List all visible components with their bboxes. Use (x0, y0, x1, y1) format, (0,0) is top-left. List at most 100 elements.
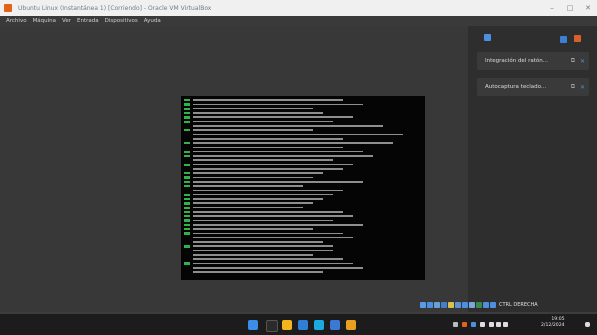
console-line (184, 219, 336, 222)
ok-status-marker (184, 223, 190, 227)
guest-display[interactable] (0, 26, 468, 312)
usb-icon[interactable] (448, 302, 454, 308)
console-text (193, 142, 393, 144)
close-button[interactable]: ✕ (579, 0, 597, 16)
mouse-integration-icon[interactable] (483, 302, 489, 308)
minimize-button[interactable]: – (543, 0, 561, 16)
title-bar: Ubuntu Linux (Instantánea 1) [Corriendo]… (0, 0, 597, 16)
console-text (193, 198, 323, 200)
console-text (193, 120, 333, 123)
menu-ayuda[interactable]: Ayuda (144, 18, 161, 24)
console-line (184, 185, 306, 188)
console-line (184, 172, 326, 175)
menu-maquina[interactable]: Máquina (33, 18, 56, 24)
windows-taskbar: 19:05 2/12/2024 (0, 314, 597, 335)
console-line (184, 232, 346, 235)
console-line (184, 111, 326, 115)
console-text (193, 168, 343, 170)
console-text (193, 133, 403, 136)
clock[interactable]: 19:05 2/12/2024 (541, 317, 565, 329)
ok-status-marker (184, 228, 190, 231)
shared-folders-icon[interactable] (455, 302, 461, 308)
language-icon[interactable] (480, 322, 485, 327)
menu-ver[interactable]: Ver (62, 18, 71, 24)
notification-label: Integración del ratón... (485, 58, 548, 64)
maximize-button[interactable]: □ (561, 0, 579, 16)
console-line (184, 142, 396, 145)
pin-icon[interactable]: ⧉ (571, 83, 575, 91)
virtualbox-taskbar-icon[interactable] (330, 320, 340, 330)
console-line (184, 202, 316, 205)
console-line (184, 223, 366, 227)
notification-keyboard-capture[interactable]: Autocaptura teclado... ⧉ ✕ (477, 78, 589, 96)
ok-status-marker (184, 103, 190, 106)
edge-browser-icon[interactable] (298, 320, 308, 330)
menu-bar: Archivo Máquina Ver Entrada Dispositivos… (0, 16, 597, 26)
console-line (184, 254, 316, 256)
console-line (184, 107, 316, 110)
file-explorer-icon[interactable] (282, 320, 292, 330)
network-icon[interactable] (441, 302, 447, 308)
ok-status-marker (184, 176, 190, 179)
ok-status-marker (184, 206, 190, 209)
close-icon[interactable]: ✕ (580, 84, 585, 91)
console-text (193, 155, 373, 157)
console-line (184, 150, 366, 153)
console-text (193, 107, 313, 110)
settings-icon[interactable] (574, 35, 581, 42)
console-text (193, 215, 353, 217)
console-line (184, 193, 336, 196)
virtualbox-icon (4, 4, 12, 12)
host-key-label: CTRL DERECHA (499, 302, 538, 308)
console-text (193, 137, 343, 140)
audio-icon[interactable] (434, 302, 440, 308)
tray-app-icon[interactable] (471, 322, 476, 327)
console-line (184, 189, 346, 192)
boot-console (181, 96, 425, 280)
display-icon[interactable] (462, 302, 468, 308)
console-line (184, 133, 406, 136)
store-icon[interactable] (314, 320, 324, 330)
battery-icon[interactable] (503, 322, 508, 327)
close-icon[interactable]: ✕ (580, 58, 585, 65)
console-text (193, 258, 343, 260)
notification-panel: Integración del ratón... ⧉ ✕ Autocaptura… (468, 26, 597, 312)
search-icon[interactable] (266, 320, 278, 332)
volume-icon[interactable] (496, 322, 501, 327)
console-line (184, 245, 336, 248)
console-text (193, 245, 333, 248)
console-line (184, 271, 326, 273)
console-text (193, 241, 323, 243)
keyboard-icon[interactable] (490, 302, 496, 308)
recording-icon[interactable] (469, 302, 475, 308)
notification-mouse-integration[interactable]: Integración del ratón... ⧉ ✕ (477, 52, 589, 70)
console-text (193, 172, 323, 174)
optical-drive-icon[interactable] (427, 302, 433, 308)
app-icon[interactable] (346, 320, 356, 330)
ok-status-marker (184, 172, 190, 175)
menu-entrada[interactable]: Entrada (77, 18, 99, 24)
start-icon[interactable] (248, 320, 258, 330)
tray-app-icon[interactable] (462, 322, 467, 327)
collapse-icon[interactable] (560, 36, 567, 43)
system-tray (453, 314, 508, 335)
ok-status-marker (184, 111, 190, 115)
hard-disk-icon[interactable] (420, 302, 426, 308)
console-text (193, 150, 363, 153)
ok-status-marker (184, 185, 190, 188)
chevron-up-icon[interactable] (453, 322, 458, 327)
console-text (193, 202, 313, 205)
notification-bell-icon[interactable] (585, 322, 590, 327)
console-line (184, 241, 326, 243)
console-line (184, 103, 366, 106)
window-title: Ubuntu Linux (Instantánea 1) [Corriendo]… (18, 4, 212, 12)
wifi-icon[interactable] (489, 322, 494, 327)
info-icon (484, 34, 491, 41)
console-line (184, 197, 326, 201)
cpu-icon[interactable] (476, 302, 482, 308)
menu-dispositivos[interactable]: Dispositivos (105, 18, 138, 24)
console-text (193, 262, 353, 265)
menu-archivo[interactable]: Archivo (6, 18, 27, 24)
pin-icon[interactable]: ⧉ (571, 57, 575, 65)
ok-status-marker (184, 107, 190, 110)
